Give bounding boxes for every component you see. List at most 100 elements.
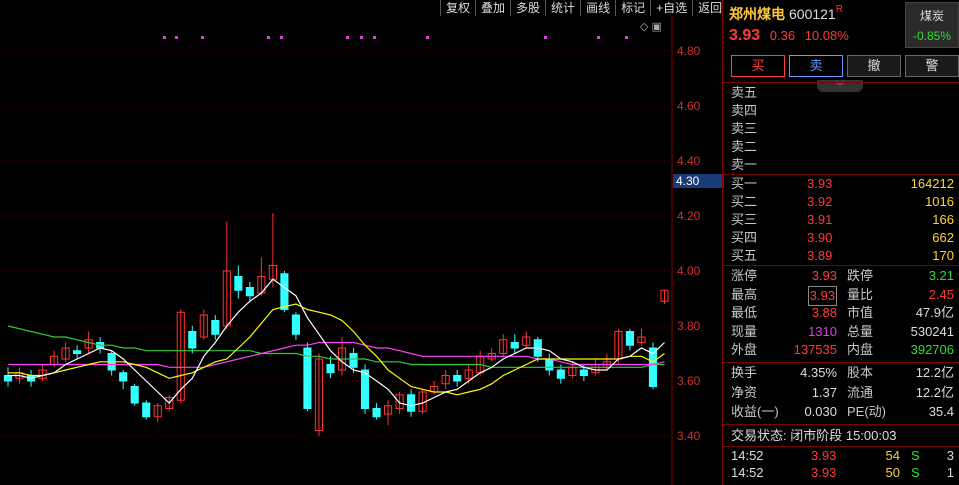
candle-body: [510, 342, 519, 349]
event-marker: [267, 36, 270, 39]
event-marker: [201, 36, 204, 39]
stat-value: 1.37: [811, 384, 837, 400]
price-change: 0.36: [769, 28, 796, 43]
ask-row[interactable]: 卖五: [723, 84, 959, 102]
stat-value: 392706: [910, 342, 954, 357]
bid-volume: 166: [932, 212, 954, 227]
stat-label: 跌停: [847, 268, 874, 283]
stat-label: PE(动): [847, 404, 887, 419]
stat-value: 1310: [808, 323, 837, 339]
toolbar-statistics-button[interactable]: 统计: [545, 0, 581, 16]
bid-price: 3.92: [807, 194, 833, 209]
tick-count: 3: [946, 448, 954, 463]
stat-value: 4.35%: [800, 365, 837, 380]
event-marker: [346, 36, 349, 39]
stat-label: 涨停: [731, 268, 758, 283]
price-line: 3.93 0.36 10.08%: [729, 27, 849, 45]
ask-row[interactable]: 卖三: [723, 120, 959, 138]
trade-buttons: 买 卖 撤 警: [731, 55, 959, 77]
candlestick-chart[interactable]: [0, 0, 722, 485]
event-marker: [163, 36, 166, 39]
cancel-order-button[interactable]: 撤: [847, 55, 901, 77]
stat-row: 外盘 137535 内盘 392706: [723, 341, 959, 359]
toolbar-restore-rights-button[interactable]: 复权: [440, 0, 476, 16]
divider: [723, 265, 959, 266]
stock-code: 600121: [789, 6, 836, 22]
stat-row: 收益(一) 0.030 PE(动) 35.4: [723, 403, 959, 421]
stat-value: 137535: [793, 342, 837, 357]
toolbar-overlay-button[interactable]: 叠加: [475, 0, 511, 16]
stat-row: 最低 3.88 市值 47.9亿: [723, 304, 959, 322]
candle-body: [625, 331, 635, 346]
y-axis-label: 4.00: [677, 264, 701, 278]
kline-chart-area[interactable]: 复权 叠加 多股 统计 画线 标记 +自选 返回 ◇ ▣ 4.80 4.60 4…: [0, 0, 728, 485]
stat-row: 净资 1.37 流通 12.2亿: [723, 384, 959, 402]
toolbar-add-watchlist-button[interactable]: +自选: [650, 0, 693, 16]
bid-price: 3.90: [807, 230, 833, 245]
stat-label: 最高: [731, 286, 758, 302]
diamond-icon[interactable]: ◇: [640, 21, 648, 33]
event-marker: [544, 36, 547, 39]
trade-status-row: 交易状态: 闭市阶段 15:00:03: [723, 427, 959, 445]
candle-body: [372, 408, 381, 418]
tick-side: S: [911, 465, 920, 480]
sell-button[interactable]: 卖: [789, 55, 843, 77]
bid-row[interactable]: 买二 3.92 1016: [723, 193, 959, 211]
chart-toolbar: 复权 叠加 多股 统计 画线 标记 +自选 返回: [440, 0, 728, 16]
crosshair-price-tag: 4.30: [673, 174, 724, 188]
y-axis-label: 3.80: [677, 319, 701, 333]
toolbar-mark-button[interactable]: 标记: [615, 0, 651, 16]
tick-count: 1: [946, 465, 954, 480]
price-change-pct: 10.08%: [804, 28, 849, 43]
candle-body: [579, 369, 588, 376]
event-marker: [280, 36, 283, 39]
window-icon[interactable]: ▣: [652, 21, 662, 33]
stat-label: 股本: [847, 365, 874, 380]
stat-value: 3.88: [811, 305, 837, 320]
tick-time: 14:52: [731, 448, 764, 463]
bid-label: 买三: [731, 212, 758, 227]
bid-label: 买四: [731, 230, 758, 245]
alert-button[interactable]: 警: [905, 55, 959, 77]
ask-row[interactable]: 卖一: [723, 156, 959, 174]
bid-row[interactable]: 买一 3.93 164212: [723, 175, 959, 193]
buy-button[interactable]: 买: [731, 55, 785, 77]
ask-row[interactable]: 卖二: [723, 138, 959, 156]
stat-label: 净资: [731, 384, 758, 400]
bid-volume: 662: [932, 230, 954, 245]
y-axis-label: 4.40: [677, 154, 701, 168]
bid-price: 3.91: [807, 212, 833, 227]
stat-label: 最低: [731, 305, 758, 320]
stat-value: 35.4: [928, 404, 954, 419]
tick-time: 14:52: [731, 465, 764, 480]
bid-volume: 1016: [925, 194, 954, 209]
candle-body: [291, 314, 301, 335]
stat-value: 12.2亿: [915, 384, 954, 400]
sector-box[interactable]: 煤炭 -0.85%: [905, 2, 959, 48]
toolbar-multi-stock-button[interactable]: 多股: [510, 0, 546, 16]
stat-label: 总量: [847, 323, 874, 339]
ask-row[interactable]: 卖四: [723, 102, 959, 120]
bid-label: 买一: [731, 176, 758, 191]
tick-volume: 50: [885, 465, 900, 480]
stat-label: 外盘: [731, 342, 758, 357]
bid-row[interactable]: 买三 3.91 166: [723, 211, 959, 229]
tick-price: 3.93: [811, 465, 837, 480]
stat-label: 流通: [847, 384, 874, 400]
event-marker: [625, 36, 628, 39]
chart-corner-controls: ◇ ▣: [640, 20, 662, 33]
toolbar-draw-line-button[interactable]: 画线: [580, 0, 616, 16]
bid-row[interactable]: 买四 3.90 662: [723, 229, 959, 247]
bid-volume: 170: [932, 248, 954, 263]
candle-body: [280, 273, 289, 310]
divider: [723, 362, 959, 363]
event-marker: [597, 36, 600, 39]
candle-body: [211, 320, 220, 335]
candle-body: [453, 375, 462, 382]
bid-row[interactable]: 买五 3.89 170: [723, 247, 959, 265]
y-axis-label: 4.80: [677, 44, 701, 58]
stat-label: 量比: [847, 286, 874, 302]
stat-value: 47.9亿: [915, 305, 954, 320]
stock-name: 郑州煤电: [729, 6, 785, 22]
candle-body: [142, 402, 151, 418]
